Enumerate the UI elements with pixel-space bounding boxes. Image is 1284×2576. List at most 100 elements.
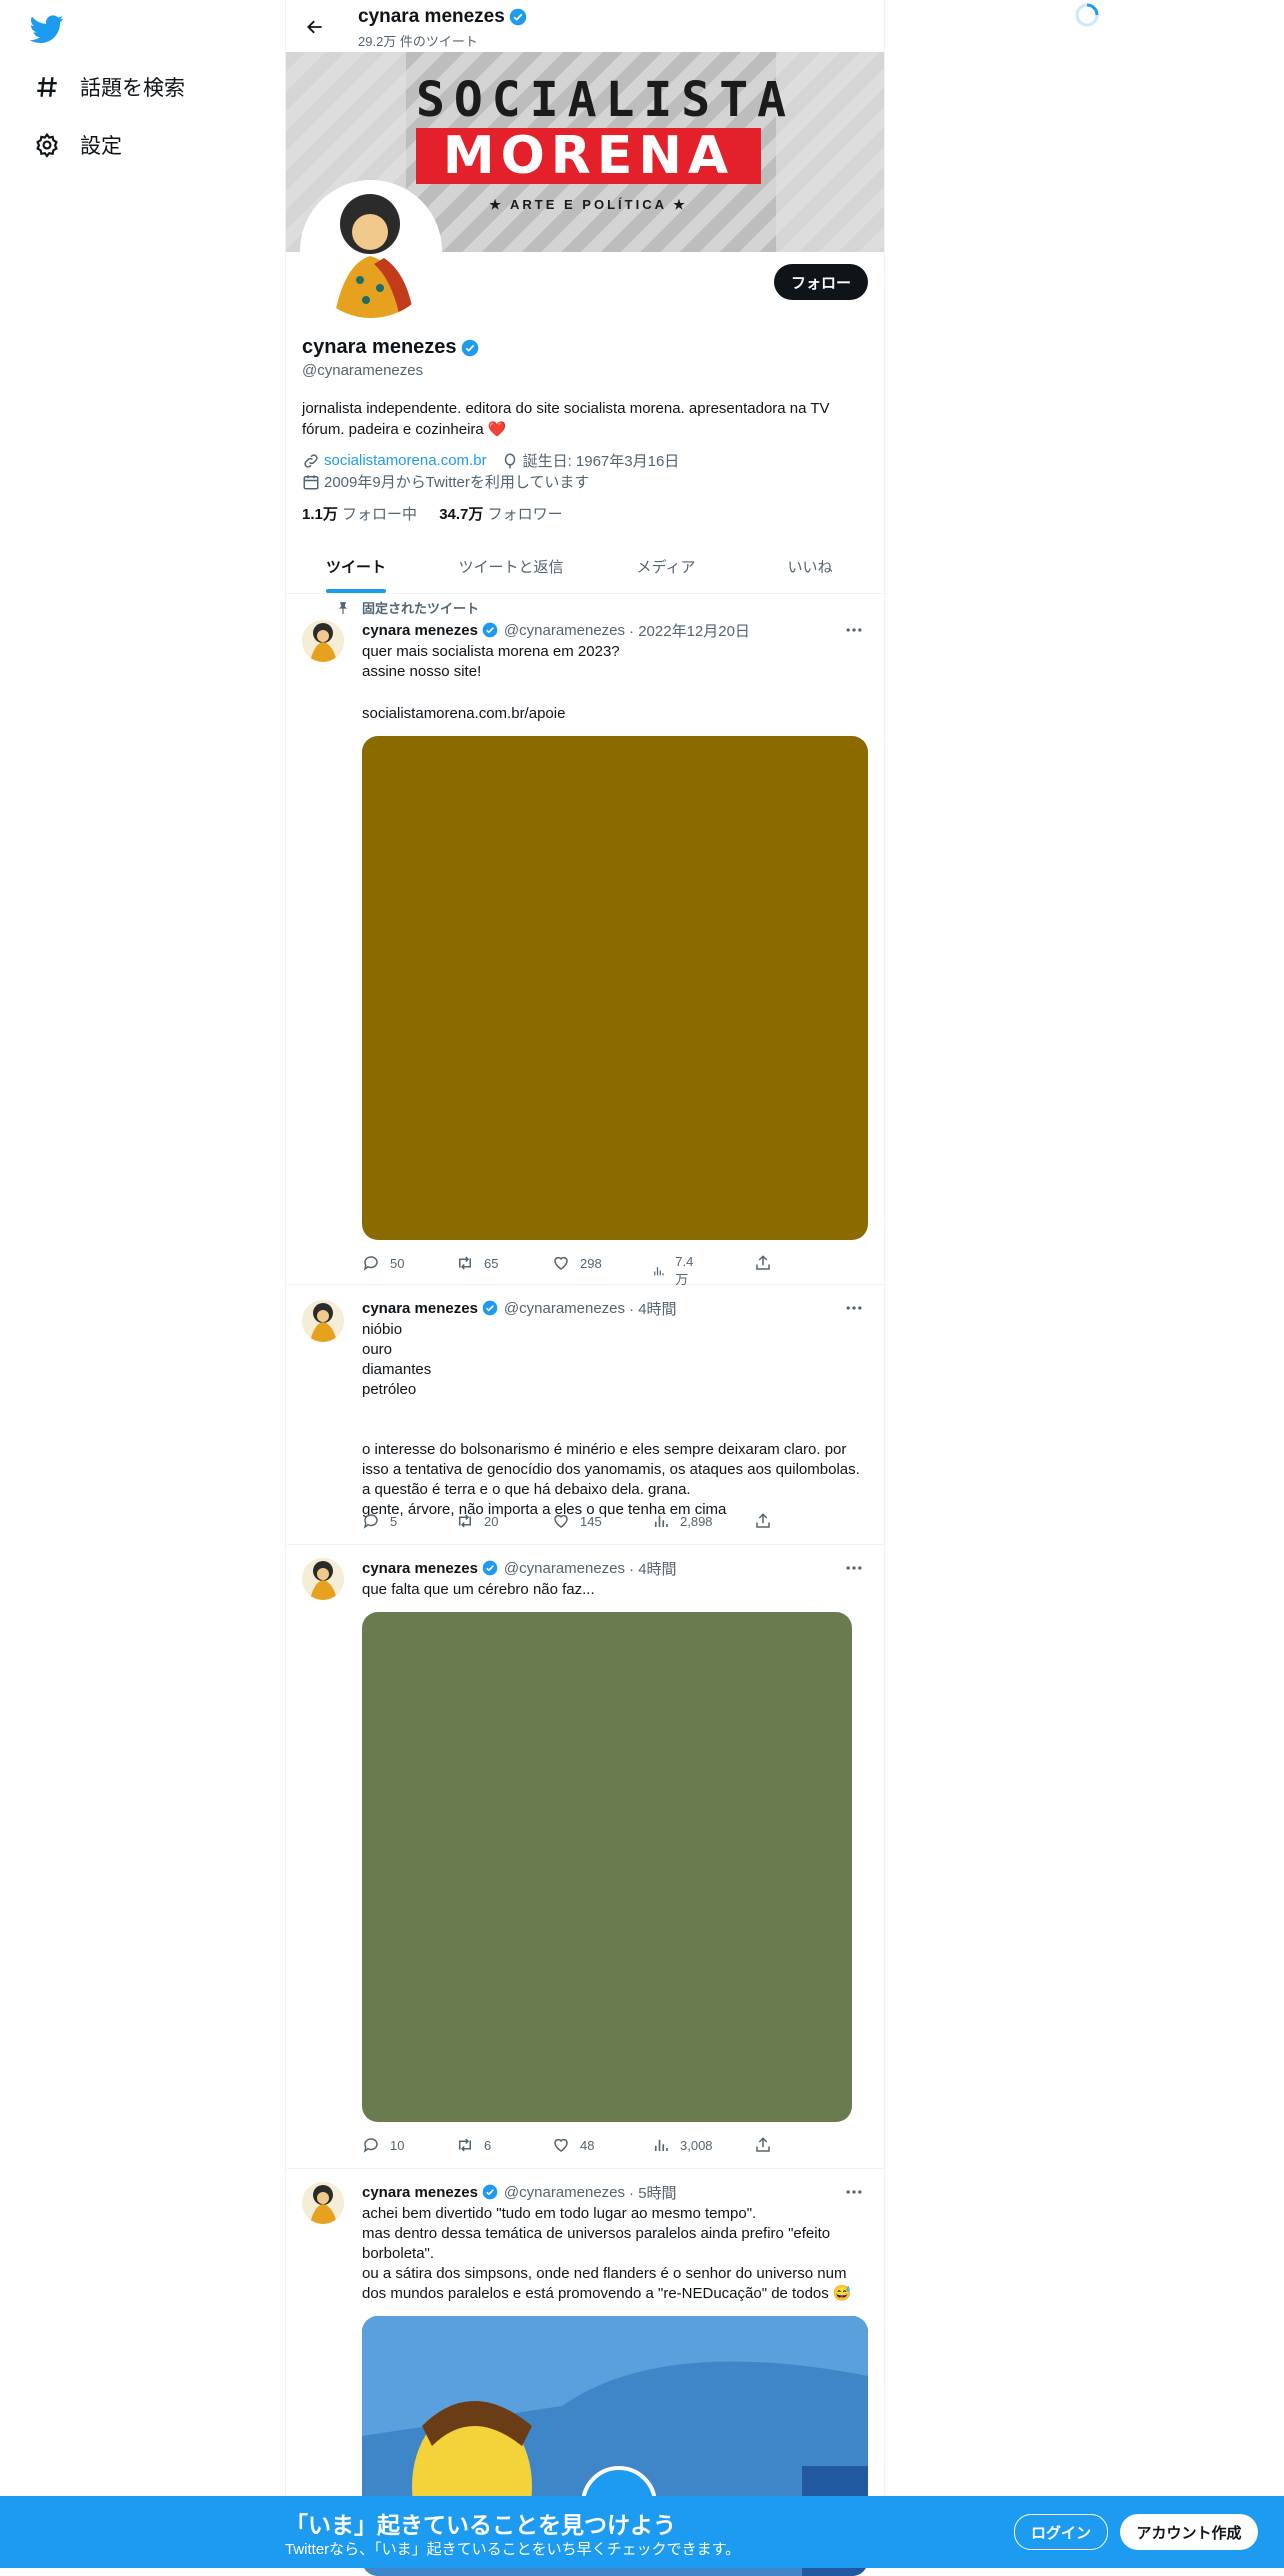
views-button[interactable]: 2,898: [652, 1512, 713, 1530]
tweet-media-image[interactable]: [362, 736, 868, 1240]
heart-icon: [554, 2138, 568, 2152]
reply-count: 10: [390, 2137, 405, 2153]
views-count: 3,008: [680, 2137, 713, 2153]
more-options-icon[interactable]: [842, 2180, 866, 2204]
tweet-author-handle[interactable]: @cynaramenezes: [504, 1560, 625, 1577]
sidebar-item-settings[interactable]: 設定: [32, 130, 122, 160]
tweet-avatar[interactable]: [302, 620, 344, 662]
tweet-text: nióbio ouro diamantes petróleo o interes…: [362, 1321, 860, 1518]
signup-banner: 「いま」起きていることを見つけよう Twitterなら、「いま」起きていることを…: [0, 2496, 1284, 2568]
heart-icon: [554, 1256, 568, 1270]
tweet-author-name[interactable]: cynara menezes: [362, 1560, 478, 1577]
header-tweet-count: 29.2万 件のツイート: [358, 34, 478, 49]
signup-banner-title: 「いま」起きていることを見つけよう: [285, 2512, 676, 2538]
sidebar-item-label: 設定: [80, 135, 122, 158]
link-icon: [302, 452, 320, 470]
follow-button[interactable]: フォロー: [774, 264, 868, 300]
tweet-author-handle[interactable]: @cynaramenezes: [504, 622, 625, 639]
retweet-count: 6: [484, 2137, 492, 2153]
tweet-author-name[interactable]: cynara menezes: [362, 622, 478, 639]
retweet-button[interactable]: 65: [456, 1254, 498, 1272]
views-chart-icon: [654, 1267, 664, 1276]
tweet-author-name[interactable]: cynara menezes: [362, 2184, 478, 2201]
tweet-item[interactable]: cynara menezes @cynaramenezes · 2022年12月…: [286, 592, 884, 1288]
loading-spinner-icon: [1074, 2, 1100, 28]
tweet-text: achei bem divertido "tudo em todo lugar …: [362, 2205, 852, 2302]
tweet-text: quer mais socialista morena em 2023? ass…: [362, 643, 620, 680]
retweet-button[interactable]: 20: [456, 1512, 498, 1530]
more-options-icon[interactable]: [842, 618, 866, 642]
tweet-author-name[interactable]: cynara menezes: [362, 1300, 478, 1317]
banner-title-line1: SOCIALISTA: [416, 72, 795, 128]
like-button[interactable]: 48: [552, 2136, 594, 2154]
reply-icon: [363, 1514, 378, 1529]
tab-media[interactable]: メディア: [596, 540, 736, 593]
tab-tweets-and-replies[interactable]: ツイートと返信: [426, 540, 596, 593]
following-link[interactable]: 1.1万 フォロー中: [302, 506, 417, 523]
tweet-author-handle[interactable]: @cynaramenezes: [504, 2184, 625, 2201]
followers-link[interactable]: 34.7万 フォロワー: [439, 506, 562, 523]
followers-label: フォロワー: [483, 506, 563, 523]
tweet-timestamp[interactable]: · 4時間: [629, 1558, 677, 1579]
share-icon: [756, 1513, 770, 1528]
banner-title-line2: MORENA: [416, 128, 761, 184]
signup-button[interactable]: アカウント作成: [1120, 2514, 1258, 2550]
tweet-media-image[interactable]: [362, 1612, 852, 2122]
like-button[interactable]: 145: [552, 1512, 602, 1530]
tweet-item[interactable]: cynara menezes @cynaramenezes · 4時間 niób…: [286, 1284, 884, 1545]
gear-icon: [32, 130, 62, 160]
share-button[interactable]: [754, 2136, 782, 2154]
profile-name: cynara menezes: [302, 336, 479, 359]
reply-button[interactable]: 10: [362, 2136, 404, 2154]
profile-timeline-column: cynara menezes 29.2万 件のツイート SOCIALISTA M…: [285, 0, 885, 2576]
more-options-icon[interactable]: [842, 1296, 866, 1320]
profile-header-bar: cynara menezes 29.2万 件のツイート: [286, 0, 884, 52]
profile-bio: jornalista independente. editora do site…: [302, 400, 830, 438]
calendar-icon: [302, 473, 320, 491]
tweet-item[interactable]: cynara menezes @cynaramenezes · 4時間 que …: [286, 1544, 884, 2169]
twitter-bird-icon[interactable]: [29, 12, 64, 46]
profile-avatar[interactable]: [300, 180, 442, 322]
share-button[interactable]: [754, 1254, 782, 1272]
tweet-avatar[interactable]: [302, 1300, 344, 1342]
signup-banner-subtitle: Twitterなら、「いま」起きていることをいち早くチェックできます。: [285, 2541, 741, 2558]
tweet-link[interactable]: socialistamorena.com.br/apoie: [362, 704, 868, 724]
like-button[interactable]: 298: [552, 1254, 602, 1272]
views-chart-icon: [654, 2139, 668, 2151]
profile-name-text: cynara menezes: [302, 336, 457, 358]
tab-tweets[interactable]: ツイート: [286, 540, 426, 593]
tweet-header: cynara menezes @cynaramenezes · 2022年12月…: [362, 620, 750, 641]
profile-meta-row: 2009年9月からTwitterを利用しています: [302, 471, 589, 492]
reply-count: 50: [390, 1255, 405, 1271]
verified-badge-icon: [461, 339, 479, 357]
reply-icon: [363, 2138, 378, 2153]
tweet-avatar[interactable]: [302, 1558, 344, 1600]
tweet-author-handle[interactable]: @cynaramenezes: [504, 1300, 625, 1317]
banner-subtitle: ★ ARTE E POLÍTICA ★: [489, 197, 688, 212]
tweet-timestamp[interactable]: · 2022年12月20日: [629, 620, 750, 641]
more-options-icon[interactable]: [842, 1556, 866, 1580]
views-count: 2,898: [680, 1513, 713, 1529]
views-chart-icon: [654, 1515, 668, 1527]
retweet-button[interactable]: 6: [456, 2136, 491, 2154]
reply-button[interactable]: 50: [362, 1254, 404, 1272]
views-button[interactable]: 7.4万: [652, 1254, 698, 1288]
tweet-header: cynara menezes @cynaramenezes · 4時間: [362, 1298, 677, 1319]
views-button[interactable]: 3,008: [652, 2136, 713, 2154]
tweet-timestamp[interactable]: · 5時間: [629, 2182, 677, 2203]
sidebar-item-explore[interactable]: 話題を検索: [32, 72, 185, 102]
profile-tabs: ツイート ツイートと返信 メディア いいね: [286, 540, 884, 594]
tweet-avatar[interactable]: [302, 2182, 344, 2224]
profile-follow-stats: 1.1万 フォロー中 34.7万 フォロワー: [302, 503, 563, 524]
verified-badge-icon: [482, 1560, 500, 1578]
reply-button[interactable]: 5: [362, 1512, 397, 1530]
tab-likes[interactable]: いいね: [736, 540, 884, 593]
profile-website-link[interactable]: socialistamorena.com.br: [324, 452, 487, 469]
share-icon: [756, 1255, 770, 1270]
retweet-count: 20: [484, 1513, 499, 1529]
back-arrow-icon[interactable]: [300, 12, 330, 42]
share-button[interactable]: [754, 1512, 782, 1530]
login-button[interactable]: ログイン: [1014, 2514, 1108, 2550]
following-label: フォロー中: [337, 506, 418, 523]
tweet-timestamp[interactable]: · 4時間: [629, 1298, 677, 1319]
